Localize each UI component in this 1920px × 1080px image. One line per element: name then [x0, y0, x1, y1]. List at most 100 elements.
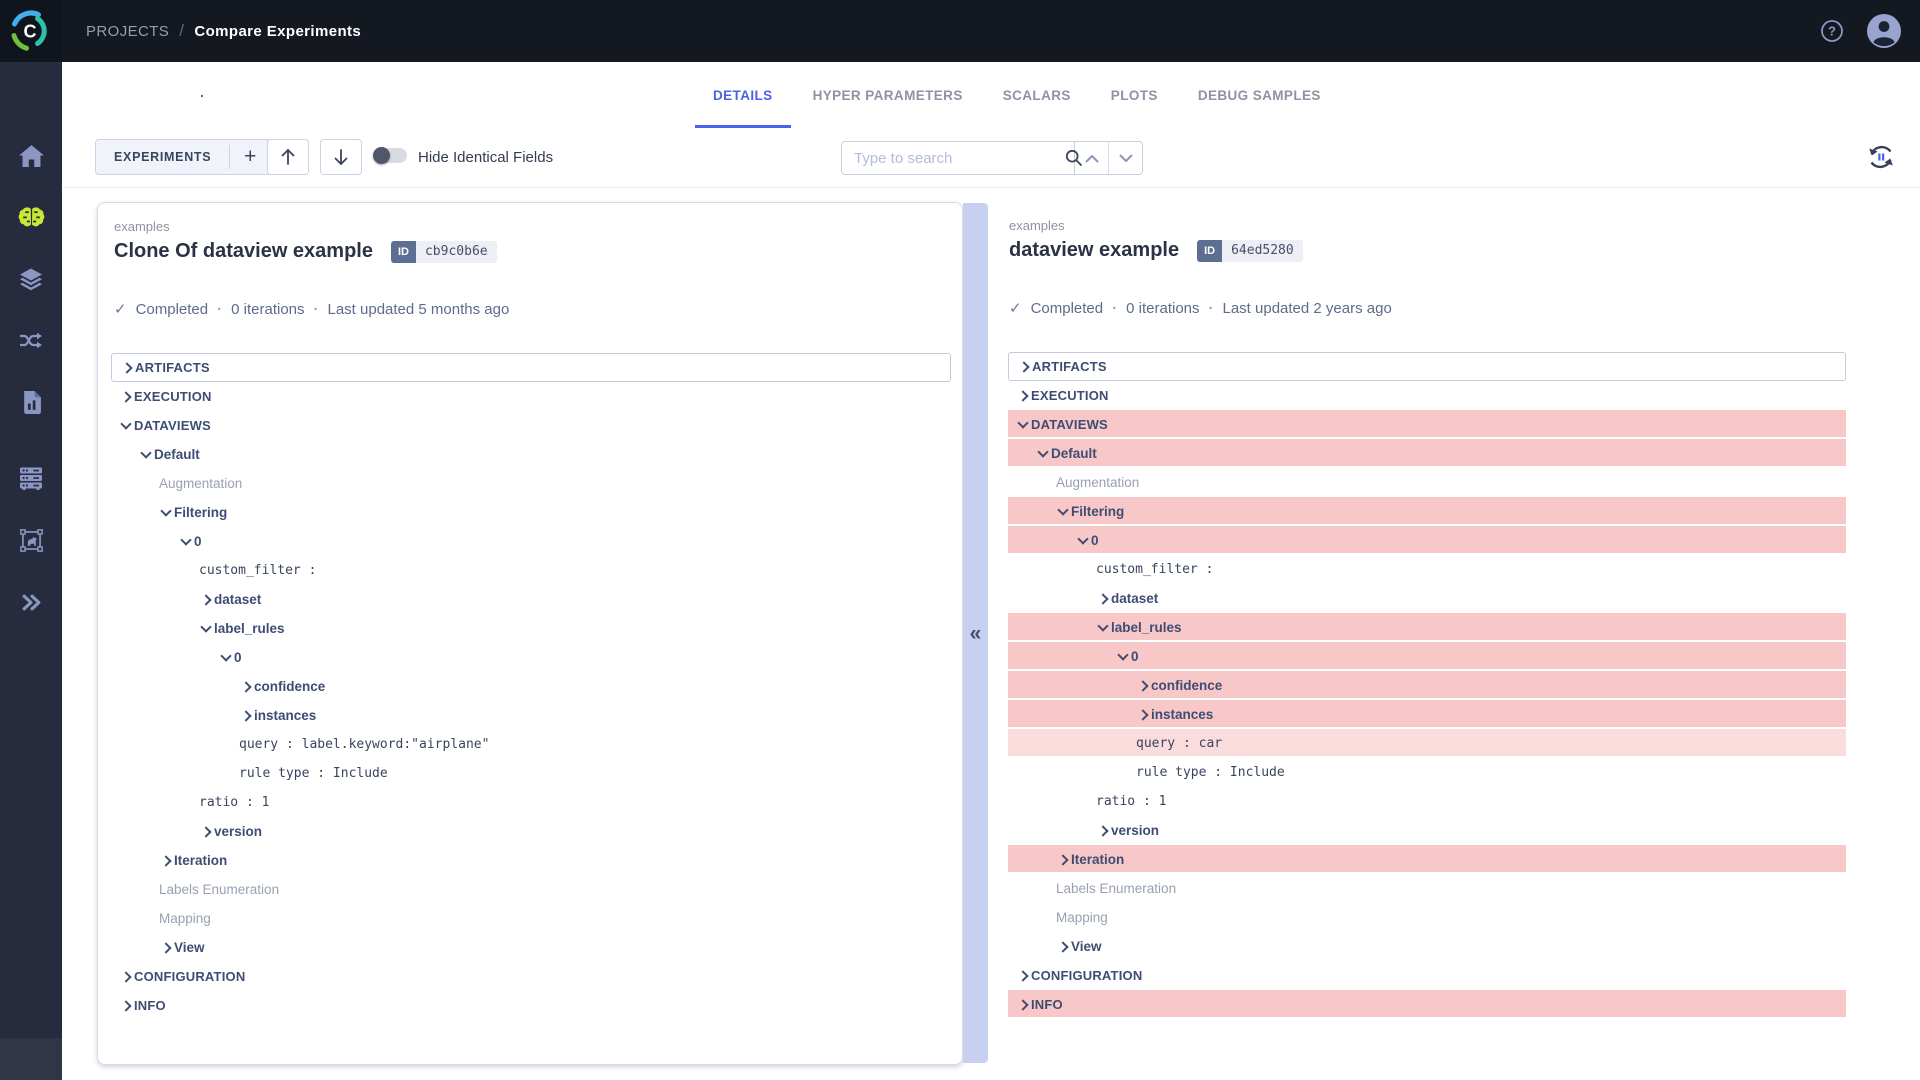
sidebar-item-reports[interactable] [0, 380, 62, 424]
tree-row-default[interactable]: Default [111, 440, 951, 469]
arrow-up-icon [280, 148, 296, 166]
chevron-right-icon [1016, 969, 1029, 982]
tree-row-label: DATAVIEWS [134, 418, 211, 433]
updated-text: Last updated 5 months ago [328, 301, 510, 318]
search-input[interactable] [842, 150, 1059, 167]
hide-identical-toggle[interactable] [374, 148, 407, 163]
tree-row-info[interactable]: INFO [1008, 990, 1846, 1019]
tab-bar: DETAILSHYPER PARAMETERSSCALARSPLOTSDEBUG… [695, 62, 1339, 128]
tree-row-artifacts[interactable]: ARTIFACTS [111, 353, 951, 382]
tree-row-label-rules[interactable]: label_rules [111, 614, 951, 643]
tree-row-filtering[interactable]: Filtering [1008, 497, 1846, 526]
tree-row-filtering[interactable]: Filtering [111, 498, 951, 527]
tree-row-version[interactable]: version [111, 817, 951, 846]
experiment-id-chip[interactable]: ID 64ed5280 [1197, 240, 1303, 262]
tree-row-label: ARTIFACTS [135, 360, 210, 375]
tree-row-custom-filter: custom_filter : [111, 556, 951, 585]
user-avatar[interactable] [1866, 13, 1902, 49]
experiment-id-chip[interactable]: ID cb9c0b6e [391, 241, 497, 263]
tree-row-iteration[interactable]: Iteration [1008, 845, 1846, 874]
tree-row-ratio-1: ratio : 1 [111, 788, 951, 817]
details-tree-right: ARTIFACTSEXECUTIONDATAVIEWSDefaultAugmen… [1008, 352, 1846, 1019]
sidebar-item-projects[interactable] [0, 195, 62, 239]
tree-row-view[interactable]: View [1008, 932, 1846, 961]
tree-row-label: DATAVIEWS [1031, 417, 1108, 432]
search-nav-group [1075, 141, 1143, 175]
tree-row-0[interactable]: 0 [1008, 526, 1846, 555]
project-name: examples [1009, 218, 1065, 233]
next-diff-button[interactable] [320, 139, 362, 175]
tree-row-configuration[interactable]: CONFIGURATION [1008, 961, 1846, 990]
help-icon[interactable]: ? [1820, 19, 1844, 43]
tree-row-artifacts[interactable]: ARTIFACTS [1008, 352, 1846, 381]
status-text: Completed [136, 301, 209, 318]
experiments-button[interactable]: EXPERIMENTS + [95, 139, 271, 175]
projects-brain-icon [18, 207, 45, 227]
tree-row-instances[interactable]: instances [1008, 700, 1846, 729]
tree-row-label: confidence [254, 679, 325, 694]
tree-row-default[interactable]: Default [1008, 439, 1846, 468]
tree-row-label: instances [1151, 707, 1213, 722]
breadcrumb-projects-link[interactable]: PROJECTS [86, 23, 169, 40]
completed-check-icon: ✓ [1009, 299, 1022, 317]
sidebar-item-pipelines[interactable] [0, 318, 62, 362]
sidebar-item-expand[interactable] [0, 580, 62, 624]
tab-debug-samples[interactable]: DEBUG SAMPLES [1180, 62, 1339, 128]
tree-row-0[interactable]: 0 [111, 643, 951, 672]
tree-row-iteration[interactable]: Iteration [111, 846, 951, 875]
tree-row-label: instances [254, 708, 316, 723]
tree-row-label: Mapping [1056, 910, 1108, 925]
tree-row-0[interactable]: 0 [1008, 642, 1846, 671]
tree-row-label-rules[interactable]: label_rules [1008, 613, 1846, 642]
tab-scalars[interactable]: SCALARS [985, 62, 1089, 128]
experiment-title: Clone Of dataview example [114, 240, 373, 263]
tree-row-label: View [174, 940, 205, 955]
tree-row-confidence[interactable]: confidence [111, 672, 951, 701]
tree-row-confidence[interactable]: confidence [1008, 671, 1846, 700]
sidebar-item-workers-queues[interactable] [0, 456, 62, 500]
tree-row-dataset[interactable]: dataset [1008, 584, 1846, 613]
add-experiment-button[interactable]: + [229, 145, 270, 169]
tree-row-dataviews[interactable]: DATAVIEWS [1008, 410, 1846, 439]
tree-row-view[interactable]: View [111, 933, 951, 962]
chevron-down-icon [1116, 650, 1129, 663]
auto-refresh-button[interactable] [1864, 140, 1898, 174]
tree-row-dataset[interactable]: dataset [111, 585, 951, 614]
tree-row-label: rule type : Include [1136, 765, 1285, 780]
tree-row-execution[interactable]: EXECUTION [111, 382, 951, 411]
pipelines-icon [19, 331, 43, 350]
sidebar-item-datasets[interactable] [0, 257, 62, 301]
sidebar-item-home[interactable] [0, 134, 62, 178]
tab-plots[interactable]: PLOTS [1093, 62, 1176, 128]
hide-identical-label: Hide Identical Fields [418, 140, 553, 176]
tree-row-info[interactable]: INFO [111, 991, 951, 1020]
sidebar-item-hyper-datasets[interactable] [0, 518, 62, 562]
tree-row-dataviews[interactable]: DATAVIEWS [111, 411, 951, 440]
tree-row-execution[interactable]: EXECUTION [1008, 381, 1846, 410]
search-next-button[interactable] [1108, 142, 1142, 174]
tab-details[interactable]: DETAILS [695, 62, 791, 128]
project-name: examples [114, 219, 170, 234]
tab-hyper-parameters[interactable]: HYPER PARAMETERS [795, 62, 981, 128]
clearml-logo-icon: C [9, 9, 53, 53]
tree-row-0[interactable]: 0 [111, 527, 951, 556]
chevron-down-icon [1016, 418, 1029, 431]
status-text: Completed [1031, 300, 1104, 317]
tree-row-label: Default [154, 447, 200, 462]
tree-row-instances[interactable]: instances [111, 701, 951, 730]
arrow-down-icon [333, 148, 349, 166]
search-prev-button[interactable] [1075, 142, 1108, 174]
sidebar-footer [0, 1038, 62, 1080]
prev-diff-button[interactable] [267, 139, 309, 175]
tree-row-label: rule type : Include [239, 766, 388, 781]
double-chevron-right-icon [21, 594, 42, 611]
clearml-logo[interactable]: C [0, 0, 62, 62]
tree-row-configuration[interactable]: CONFIGURATION [111, 962, 951, 991]
tree-row-version[interactable]: version [1008, 816, 1846, 845]
workers-queues-icon [19, 467, 43, 490]
collapse-panel-button[interactable]: « [963, 618, 988, 648]
tree-row-label: Filtering [174, 505, 227, 520]
breadcrumb: PROJECTS / Compare Experiments [86, 21, 361, 41]
tree-row-rule-type-include: rule type : Include [1008, 758, 1846, 787]
home-icon [19, 145, 44, 167]
